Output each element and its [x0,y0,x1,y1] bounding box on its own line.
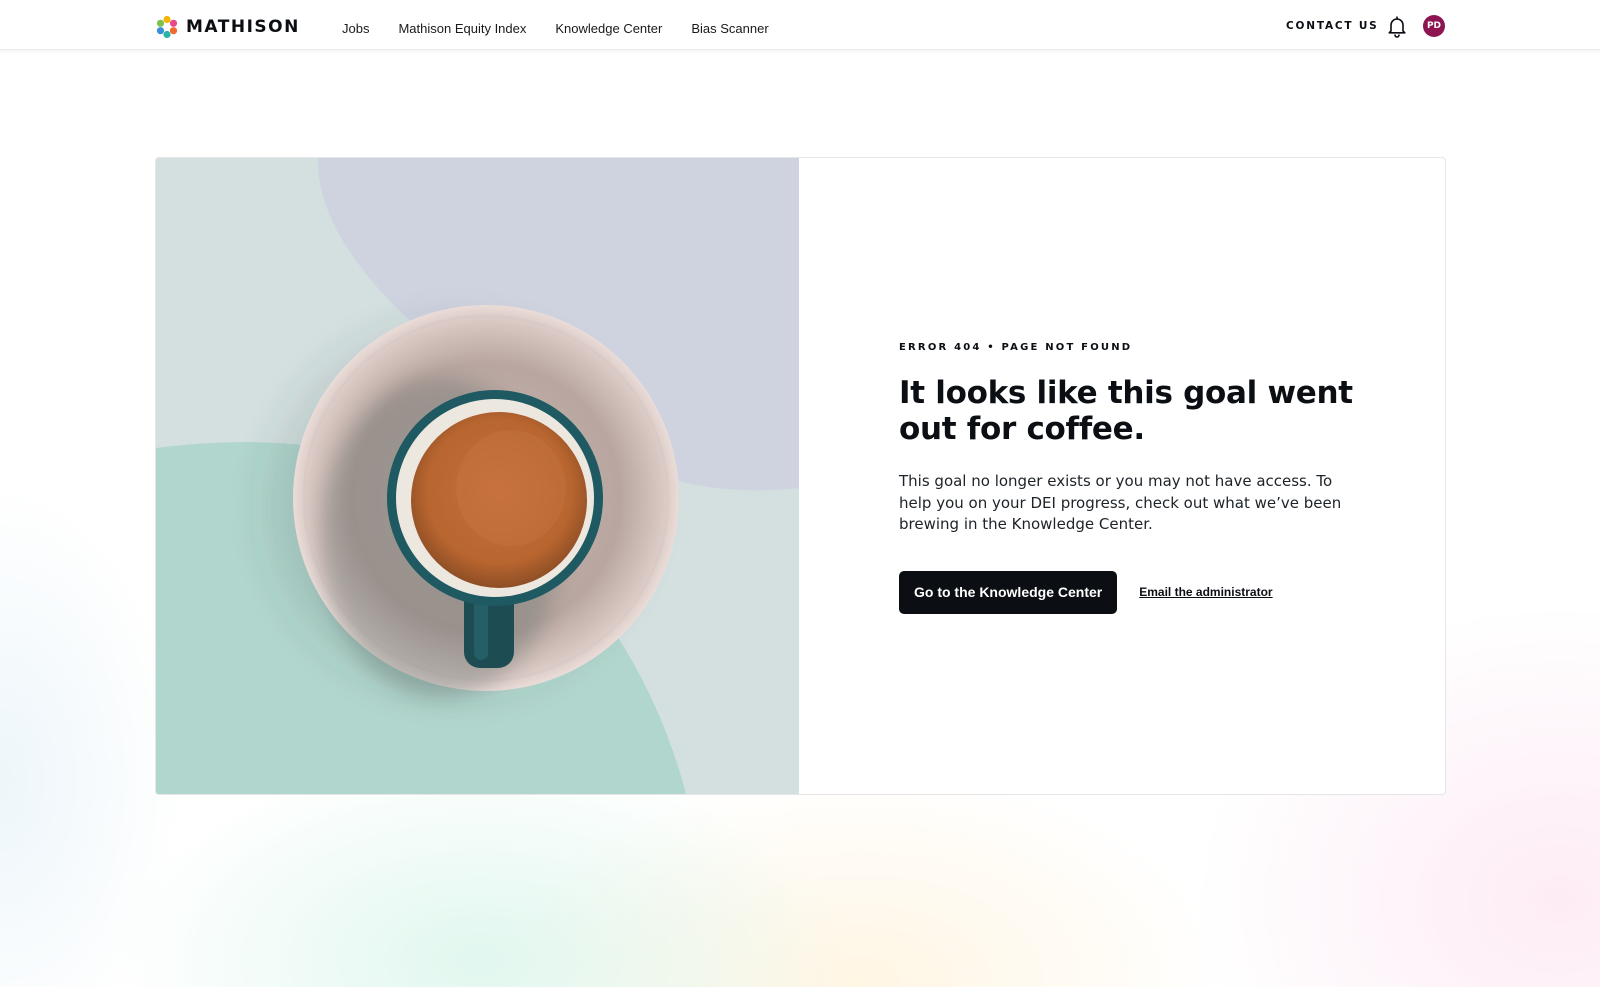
nav-item-knowledge-center[interactable]: Knowledge Center [555,21,662,36]
nav-item-bias-scanner[interactable]: Bias Scanner [691,21,768,36]
mathison-flower-logo-icon [155,15,179,39]
error-actions: Go to the Knowledge Center Email the adm… [899,570,1359,614]
user-avatar[interactable]: PD [1423,15,1445,37]
logo-wordmark: MATHISON [186,17,300,37]
main-nav: Jobs Mathison Equity Index Knowledge Cen… [342,0,798,56]
nav-item-jobs[interactable]: Jobs [342,21,369,36]
error-code-label: ERROR 404 • PAGE NOT FOUND [899,342,1133,353]
top-navigation-bar: MATHISON Jobs Mathison Equity Index Know… [0,0,1600,50]
error-description: This goal no longer exists or you may no… [899,472,1342,533]
bell-icon[interactable] [1385,14,1409,38]
logo-link[interactable]: MATHISON [155,15,300,39]
email-administrator-link[interactable]: Email the administrator [1139,585,1272,599]
error-content: ERROR 404 • PAGE NOT FOUND It looks like… [899,342,1359,614]
contact-us-link[interactable]: CONTACT US [1286,20,1379,32]
page-title: It looks like this goal went out for cof… [899,375,1353,447]
nav-item-mathison-equity-index[interactable]: Mathison Equity Index [398,21,526,36]
error-card: ERROR 404 • PAGE NOT FOUND It looks like… [155,157,1446,795]
coffee-cup-illustration [156,158,799,794]
go-to-knowledge-center-button[interactable]: Go to the Knowledge Center [899,570,1118,614]
